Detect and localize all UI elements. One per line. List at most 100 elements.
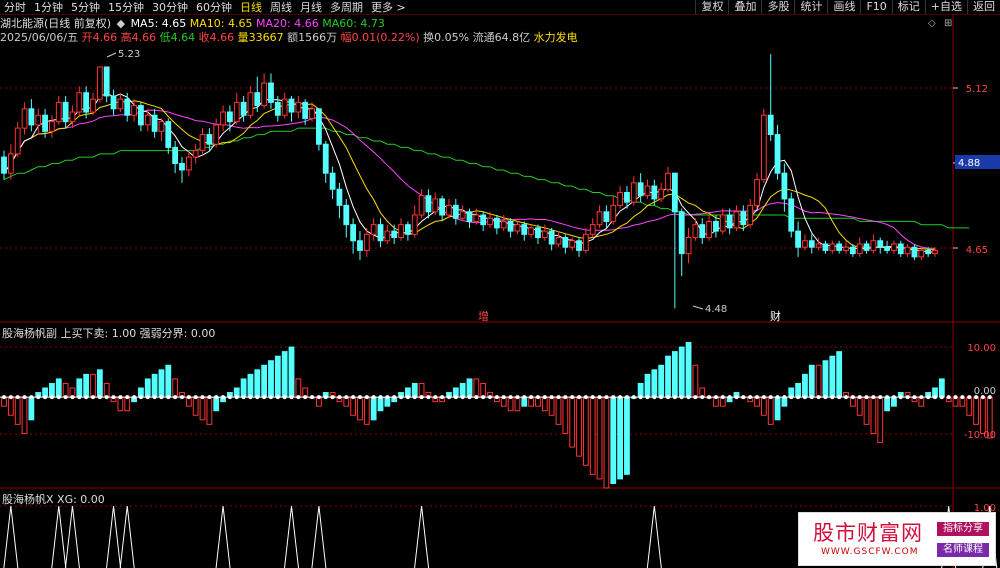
candle-body — [281, 98, 288, 116]
candle-body — [466, 211, 473, 222]
signal-panel-title[interactable]: 股海杨帆X XG: 0.00 — [2, 491, 105, 507]
period-tab[interactable]: 60分钟 — [192, 0, 236, 15]
price-tick-high: 5.12 — [966, 84, 988, 95]
candle-body — [103, 66, 110, 97]
watermark-logo: 股市财富网 WWW.GSCFW.COM 指标分享 名师课程 — [798, 512, 996, 566]
diamond-icon[interactable]: ◇ — [928, 18, 936, 29]
period-tab[interactable]: 日线 — [236, 0, 266, 15]
quote-field: 幅0.01(0.22%) — [340, 31, 424, 44]
zero-dot — [227, 395, 232, 400]
zero-dot — [679, 395, 684, 400]
candle-body — [185, 156, 192, 171]
period-tab[interactable]: 周线 — [266, 0, 296, 15]
indicator-bar — [938, 378, 945, 398]
zero-dot — [104, 395, 109, 400]
period-tab[interactable]: 1分钟 — [30, 0, 67, 15]
toolbar-button[interactable]: F10 — [860, 0, 891, 14]
period-tab[interactable]: 更多 > — [367, 0, 410, 15]
toolbar-button[interactable]: 叠加 — [728, 0, 761, 14]
period-tab[interactable]: 30分钟 — [148, 0, 192, 15]
zero-dot — [549, 395, 554, 400]
period-tab[interactable]: 分时 — [0, 0, 30, 15]
candle-body — [452, 204, 459, 219]
period-tab[interactable]: 月线 — [296, 0, 326, 15]
candle-body — [514, 224, 521, 232]
indicator-bar — [411, 382, 418, 398]
candle-body — [343, 204, 350, 226]
candle-body — [316, 108, 322, 145]
zero-dot — [693, 395, 698, 400]
indicator-bar — [172, 378, 179, 398]
zero-dot — [467, 395, 472, 400]
zero-dot — [111, 395, 116, 400]
candle-body — [411, 214, 418, 235]
candle-body — [802, 240, 808, 248]
indicator-bar — [480, 382, 487, 398]
period-tab[interactable]: 多周期 — [326, 0, 367, 15]
candle-body — [138, 105, 144, 126]
zero-dot — [2, 395, 6, 400]
zero-dot — [624, 395, 629, 400]
candle-body — [233, 101, 240, 123]
zero-dot — [22, 395, 27, 400]
zero-dot — [946, 395, 951, 400]
candle-body — [199, 134, 206, 152]
chart-area[interactable]: 5.12 4.88 4.65 5.23 4.48 增 财 10.00 0.00 … — [0, 0, 1000, 568]
indicator-bar — [124, 396, 131, 412]
indicator-bar — [288, 346, 295, 398]
event-marker-cai[interactable]: 财 — [770, 309, 781, 323]
candle-body — [651, 185, 658, 200]
indicator-panel-title[interactable]: 股海杨帆副 上买下卖: 1.00 强弱分界: 0.00 — [2, 325, 215, 341]
indicator-bar — [117, 396, 124, 412]
candle-body — [788, 198, 795, 232]
quote-field: 高4.66 — [120, 31, 160, 44]
candle-body — [795, 230, 801, 248]
zero-dot — [522, 395, 527, 400]
toolbar-button[interactable]: 画线 — [827, 0, 860, 14]
period-tab[interactable]: 15分钟 — [104, 0, 148, 15]
candle-body — [7, 153, 14, 174]
zero-dot — [392, 395, 397, 400]
candle-body — [69, 111, 76, 123]
indicator-bar — [870, 396, 877, 434]
zero-dot — [488, 395, 493, 400]
zero-dot — [529, 395, 534, 400]
candle-body — [90, 98, 96, 113]
candle-body — [562, 237, 569, 248]
candle-body — [83, 92, 90, 113]
toolbar-button[interactable]: 复权 — [695, 0, 728, 14]
candle-body — [384, 230, 391, 242]
candle-body — [439, 198, 446, 216]
candle-body — [603, 211, 610, 222]
indicator-bar — [589, 396, 596, 475]
candle-body — [35, 114, 42, 126]
zero-dot — [898, 395, 903, 400]
event-marker-zeng[interactable]: 增 — [478, 309, 489, 323]
zero-dot — [494, 395, 499, 400]
indicator-bar — [240, 378, 247, 398]
zero-dot — [796, 395, 801, 400]
zero-dot — [844, 395, 849, 400]
signal-spike — [646, 505, 662, 568]
candle-body — [918, 249, 925, 258]
quote-field: 收4.66 — [198, 31, 238, 44]
zero-dot — [8, 395, 13, 400]
candle-body — [220, 111, 226, 126]
toolbar-button[interactable]: 统计 — [794, 0, 827, 14]
toolbar-button[interactable]: +自选 — [924, 0, 967, 14]
period-tab[interactable]: 5分钟 — [67, 0, 104, 15]
toolbar-button[interactable]: 多股 — [761, 0, 794, 14]
candle-body — [925, 249, 932, 255]
zero-dot — [727, 395, 732, 400]
candle-body — [49, 121, 55, 132]
expand-icon[interactable]: ⊞ — [944, 18, 952, 29]
toolbar-button[interactable]: 标记 — [891, 0, 925, 14]
signal-spike — [51, 505, 67, 568]
zero-dot — [508, 395, 513, 400]
zero-dot — [289, 395, 294, 400]
candle-body — [630, 182, 637, 203]
candle-body — [911, 246, 918, 258]
signal-spike — [284, 505, 300, 568]
zero-dot — [857, 395, 862, 400]
toolbar-button[interactable]: 返回 — [967, 0, 1000, 14]
